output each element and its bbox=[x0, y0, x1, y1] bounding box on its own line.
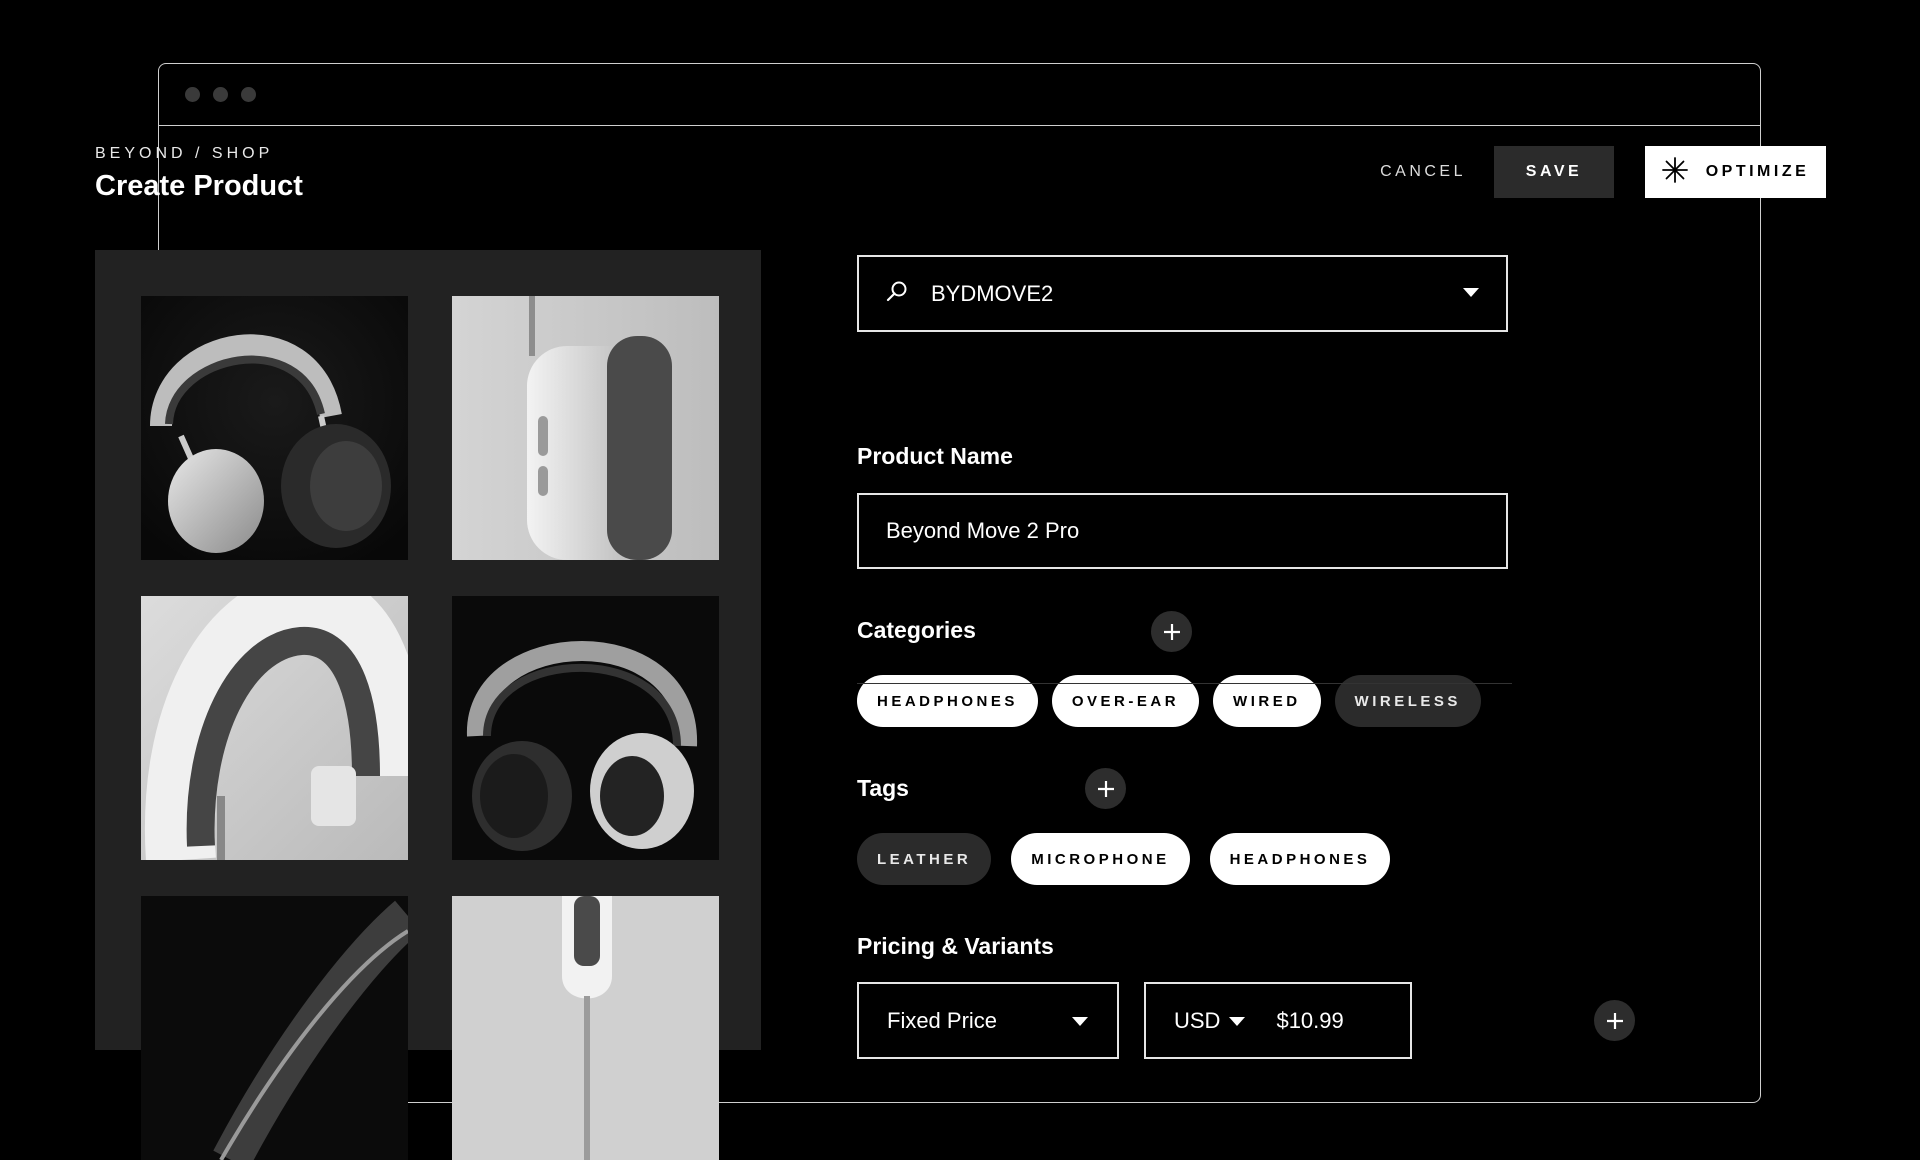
add-variant-button[interactable] bbox=[1594, 1000, 1635, 1041]
product-name-field[interactable]: Beyond Move 2 Pro bbox=[857, 493, 1508, 569]
section-divider bbox=[857, 683, 1512, 684]
add-category-button[interactable] bbox=[1151, 611, 1192, 652]
chevron-down-icon[interactable] bbox=[1462, 285, 1480, 303]
sparkle-icon bbox=[1661, 156, 1688, 188]
price-type-select[interactable]: Fixed Price bbox=[857, 982, 1119, 1059]
product-image-1[interactable] bbox=[141, 296, 408, 560]
plus-icon bbox=[1606, 1012, 1623, 1029]
pricing-label: Pricing & Variants bbox=[857, 933, 1054, 959]
tag-chips: LEATHER MICROPHONE HEADPHONES bbox=[857, 833, 1391, 885]
window-minimize-dot[interactable] bbox=[213, 87, 228, 102]
add-tag-button[interactable] bbox=[1085, 768, 1126, 809]
price-type-value: Fixed Price bbox=[887, 1007, 998, 1033]
search-icon bbox=[885, 279, 909, 308]
optimize-label: OPTIMIZE bbox=[1705, 163, 1810, 180]
cancel-button[interactable]: CANCEL bbox=[1380, 163, 1466, 181]
sku-search-select[interactable]: BYDMOVE2 bbox=[857, 255, 1508, 332]
window-close-dot[interactable] bbox=[185, 87, 200, 102]
tag-chip-microphone[interactable]: MICROPHONE bbox=[1011, 833, 1190, 885]
product-image-3[interactable] bbox=[141, 596, 408, 860]
action-bar: CANCEL SAVE OPTIMIZE bbox=[1380, 146, 1826, 198]
page-title: Create Product bbox=[95, 170, 303, 202]
optimize-button[interactable]: OPTIMIZE bbox=[1645, 146, 1826, 198]
window-maximize-dot[interactable] bbox=[241, 87, 256, 102]
tags-label: Tags bbox=[857, 775, 909, 801]
breadcrumb[interactable]: BEYOND / SHOP bbox=[95, 145, 273, 163]
currency-select[interactable]: USD bbox=[1174, 1008, 1220, 1034]
chevron-down-icon bbox=[1229, 1016, 1246, 1026]
product-image-4[interactable] bbox=[452, 596, 719, 860]
window-titlebar bbox=[159, 64, 1760, 126]
price-amount-input[interactable]: $10.99 bbox=[1276, 1008, 1343, 1034]
product-name-label: Product Name bbox=[857, 443, 1013, 469]
product-image-5[interactable] bbox=[141, 896, 408, 1160]
tag-chip-leather[interactable]: LEATHER bbox=[857, 833, 992, 885]
search-input[interactable]: BYDMOVE2 bbox=[931, 281, 1462, 307]
price-amount-field[interactable]: USD $10.99 bbox=[1144, 982, 1412, 1059]
save-button[interactable]: SAVE bbox=[1494, 146, 1614, 198]
categories-label: Categories bbox=[857, 617, 976, 643]
product-image-2[interactable] bbox=[452, 296, 719, 560]
product-image-gallery bbox=[95, 250, 761, 1160]
chevron-down-icon bbox=[1072, 1016, 1088, 1026]
product-image-6[interactable] bbox=[452, 896, 719, 1160]
plus-icon bbox=[1163, 623, 1180, 640]
plus-icon bbox=[1097, 780, 1114, 797]
tag-chip-headphones[interactable]: HEADPHONES bbox=[1209, 833, 1391, 885]
